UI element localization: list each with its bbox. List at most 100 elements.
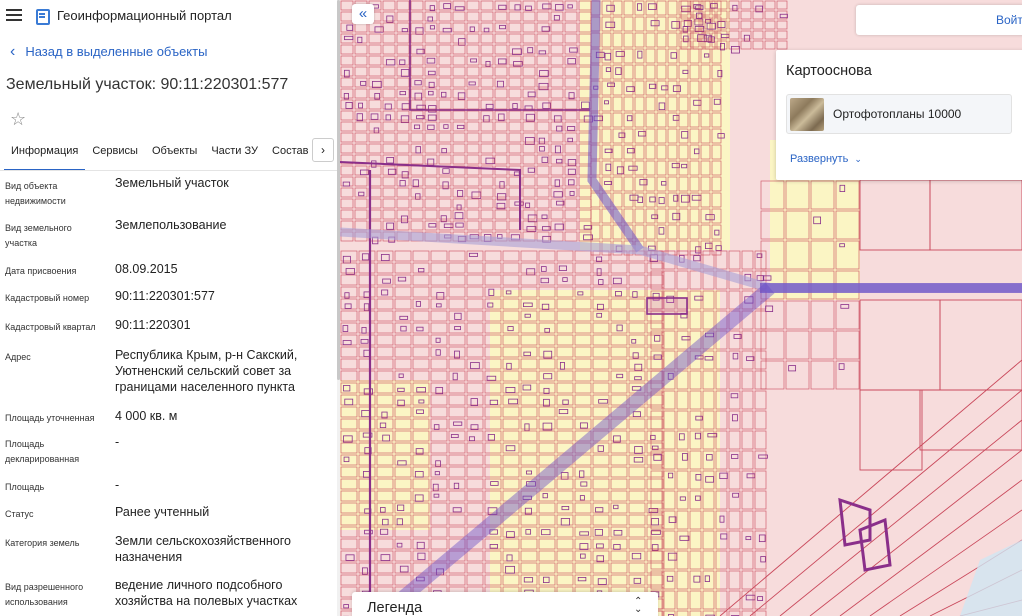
parcel: [438, 22, 452, 33]
parcel: [376, 370, 394, 382]
building-outline: [499, 181, 505, 189]
parcel: [358, 574, 376, 586]
parcel: [564, 220, 578, 231]
parcel: [382, 88, 396, 99]
basemap-option[interactable]: Ортофотопланы 10000: [786, 94, 1012, 134]
parcel: [536, 165, 550, 176]
parcel: [396, 198, 410, 209]
parcel: [754, 610, 767, 616]
parcel: [785, 330, 810, 360]
parcel: [448, 406, 466, 418]
login-button[interactable]: Войти: [996, 13, 1022, 27]
parcel: [564, 33, 578, 44]
parcel: [494, 209, 508, 220]
parcel: [741, 490, 754, 510]
parcel: [466, 370, 484, 382]
parcel: [452, 11, 466, 22]
tab-objects[interactable]: Объекты: [145, 141, 204, 171]
tab-bar: Информация Сервисы Объекты Части ЗУ Сост…: [0, 138, 340, 171]
building-outline: [693, 255, 701, 262]
parcel: [480, 44, 494, 55]
building-outline: [443, 3, 451, 9]
building-outline: [539, 70, 549, 77]
parcel: [728, 510, 741, 530]
parcel: [376, 562, 394, 574]
attribute-value: 4 000 кв. м: [115, 409, 178, 423]
parcel: [410, 55, 424, 66]
building-outline: [414, 92, 423, 101]
parcel: [424, 165, 438, 176]
parcel: [438, 44, 452, 55]
collapse-panel-button[interactable]: «: [352, 4, 374, 24]
building-outline: [470, 398, 478, 406]
parcel: [358, 322, 376, 334]
parcel: [741, 410, 754, 430]
parcel: [368, 33, 382, 44]
building-outline: [569, 47, 578, 53]
favorite-star-icon[interactable]: ☆: [10, 109, 30, 129]
building-outline: [361, 327, 367, 334]
parcel: [480, 121, 494, 132]
parcel: [424, 22, 438, 33]
parcel: [484, 262, 502, 274]
parcel: [412, 286, 430, 298]
parcel: [410, 0, 424, 11]
building-outline: [527, 47, 534, 54]
legend-panel[interactable]: Легенда ⌃ ⌄: [352, 592, 658, 616]
building-outline: [436, 303, 442, 308]
building-outline: [364, 529, 373, 535]
menu-icon[interactable]: [6, 9, 22, 21]
parcel: [438, 176, 452, 187]
tab-composition[interactable]: Состав: [265, 141, 315, 171]
attribute-label: Адрес: [5, 352, 31, 362]
parcel: [466, 418, 484, 430]
parcel: [564, 132, 578, 143]
parcel: [754, 410, 767, 430]
expand-basemaps-link[interactable]: Развернуть ⌄: [790, 153, 862, 165]
parcel: [550, 132, 564, 143]
parcel: [728, 410, 741, 430]
tab-information[interactable]: Информация: [4, 141, 86, 171]
building-outline: [345, 102, 353, 109]
building-outline: [788, 365, 797, 372]
parcel: [564, 88, 578, 99]
attribute-label: Дата присвоения: [5, 266, 77, 276]
parcel: [494, 44, 508, 55]
parcel: [741, 450, 754, 470]
parcel: [764, 20, 776, 30]
tab-parts[interactable]: Части ЗУ: [204, 141, 265, 171]
sort-arrows-icon[interactable]: ⌃ ⌄: [634, 597, 642, 615]
tabs-scroll-right-button[interactable]: ›: [312, 138, 334, 162]
building-outline: [538, 50, 547, 55]
building-outline: [756, 275, 765, 281]
parcel: [564, 99, 578, 110]
parcel: [368, 44, 382, 55]
parcel: [452, 77, 466, 88]
parcel: [376, 286, 394, 298]
parcel: [522, 77, 536, 88]
parcel: [430, 442, 448, 454]
app-window: Геоинформационный портал ‹ Назад в выдел…: [0, 0, 1022, 616]
parcel: [728, 430, 741, 450]
parcel: [741, 510, 754, 530]
back-link[interactable]: ‹ Назад в выделенные объекты: [0, 44, 340, 60]
parcel: [448, 322, 466, 334]
building-outline: [416, 326, 424, 332]
parcel: [480, 220, 494, 231]
basemap-panel: Картооснова Ортофотопланы 10000 Разверну…: [776, 50, 1022, 180]
parcel: [340, 55, 354, 66]
parcel: [740, 40, 752, 50]
building-outline: [415, 301, 421, 307]
tab-services[interactable]: Сервисы: [85, 141, 145, 171]
parcel: [382, 44, 396, 55]
building-outline: [765, 305, 774, 312]
parcel: [728, 40, 740, 50]
parcel: [550, 44, 564, 55]
parcel: [835, 330, 860, 360]
parcel: [448, 478, 466, 490]
parcel: [754, 570, 767, 590]
parcel: [810, 300, 835, 330]
building-outline: [745, 594, 756, 601]
attribute-label: Вид земельного участка: [5, 223, 72, 248]
building-outline: [732, 414, 738, 422]
